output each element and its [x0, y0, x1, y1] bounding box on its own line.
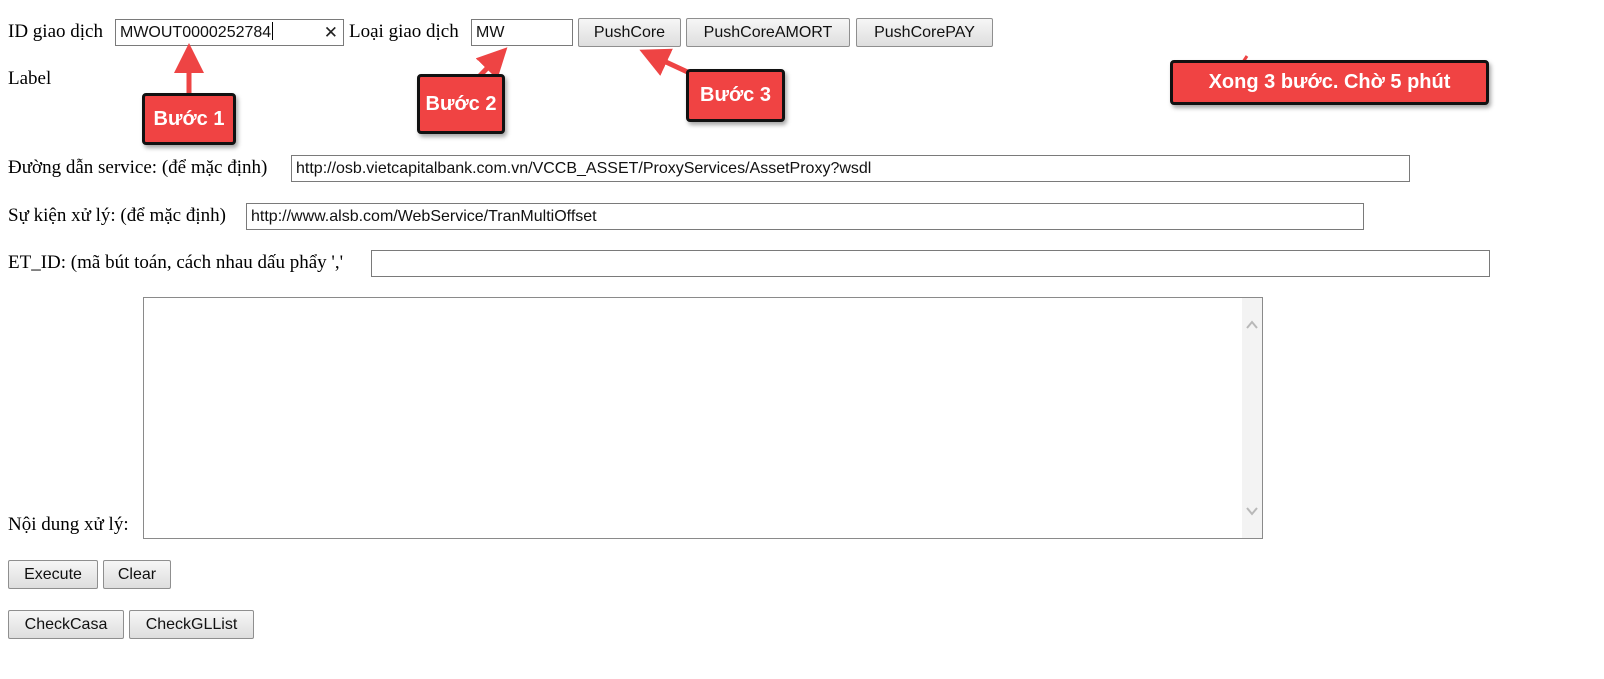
et-id-label: ET_ID: (mã bút toán, cách nhau dấu phẩy … [8, 252, 344, 273]
event-input[interactable]: http://www.alsb.com/WebService/TranMulti… [246, 203, 1364, 230]
transaction-id-label: ID giao dịch [8, 21, 103, 42]
push-core-button[interactable]: PushCore [578, 18, 681, 47]
step2-callout: Bước 2 [417, 74, 505, 134]
transaction-type-label: Loại giao dịch [349, 21, 459, 42]
transaction-type-input[interactable]: MW [471, 19, 573, 46]
content-label: Nội dung xử lý: [8, 514, 129, 535]
service-path-label: Đường dẫn service: (để mặc định) [8, 157, 268, 178]
et-id-input[interactable] [371, 250, 1490, 277]
close-icon[interactable]: ✕ [324, 20, 338, 45]
done-callout: Xong 3 bước. Chờ 5 phút [1170, 60, 1489, 105]
check-casa-button[interactable]: CheckCasa [8, 610, 124, 639]
chevron-up-icon[interactable] [1245, 318, 1259, 332]
push-core-amort-button[interactable]: PushCoreAMORT [686, 18, 850, 47]
text-caret [272, 22, 274, 40]
push-core-pay-button[interactable]: PushCorePAY [856, 18, 993, 47]
execute-button[interactable]: Execute [8, 560, 98, 589]
event-label: Sự kiện xử lý: (để mặc định) [8, 205, 226, 226]
clear-button[interactable]: Clear [103, 560, 171, 589]
chevron-down-icon[interactable] [1245, 504, 1259, 518]
status-label: Label [8, 68, 52, 89]
service-path-input[interactable]: http://osb.vietcapitalbank.com.vn/VCCB_A… [291, 155, 1410, 182]
content-textarea[interactable] [143, 297, 1263, 539]
step1-callout: Bước 1 [142, 93, 236, 145]
vertical-scrollbar[interactable] [1242, 298, 1262, 538]
step3-callout: Bước 3 [686, 69, 785, 122]
transaction-id-input[interactable]: MWOUT0000252784 ✕ [115, 19, 344, 46]
check-gl-list-button[interactable]: CheckGLList [129, 610, 254, 639]
transaction-id-value: MWOUT0000252784 [120, 24, 272, 41]
